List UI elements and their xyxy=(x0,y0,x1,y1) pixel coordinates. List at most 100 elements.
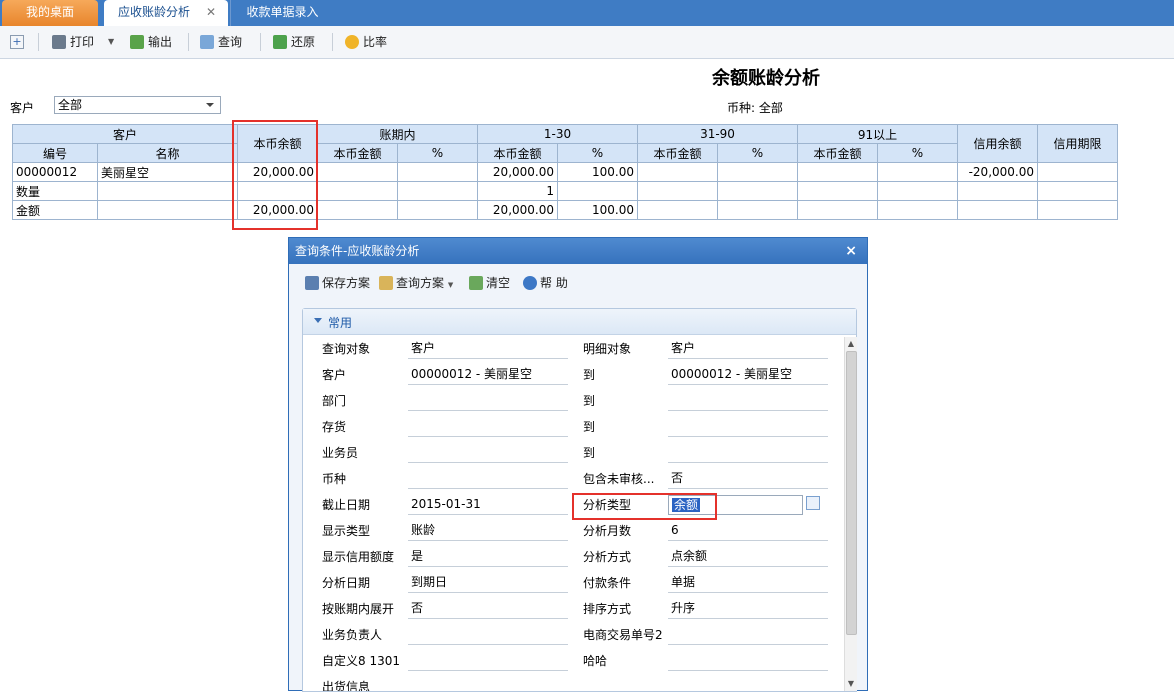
left-field-input[interactable] xyxy=(408,625,568,645)
table-cell[interactable]: 100.00 xyxy=(557,200,638,220)
right-field-input[interactable] xyxy=(668,625,828,645)
query-button[interactable]: 查询 xyxy=(200,34,242,50)
tab-receipt-entry[interactable]: 收款单据录入 xyxy=(230,0,334,26)
table-cell[interactable] xyxy=(1037,200,1118,220)
header-percent[interactable]: % xyxy=(877,143,958,163)
table-cell[interactable] xyxy=(1037,162,1118,182)
header-within-period[interactable]: 账期内 xyxy=(317,124,478,144)
header-local-amount[interactable]: 本币金额 xyxy=(797,143,878,163)
table-cell[interactable] xyxy=(637,162,718,182)
table-cell[interactable] xyxy=(877,200,958,220)
customer-select[interactable]: 全部 xyxy=(54,96,221,114)
header-credit-balance[interactable]: 信用余额 xyxy=(957,124,1038,163)
scroll-up-icon[interactable]: ▲ xyxy=(845,339,857,349)
table-cell[interactable] xyxy=(797,181,878,201)
export-button[interactable]: 输出 xyxy=(130,34,172,50)
save-plan-button[interactable]: 保存方案 xyxy=(305,275,370,291)
table-cell[interactable] xyxy=(97,200,238,220)
left-field-input[interactable] xyxy=(408,443,568,463)
table-cell[interactable] xyxy=(957,181,1038,201)
table-cell[interactable]: 20,000.00 xyxy=(477,162,558,182)
header-local-amount[interactable]: 本币金额 xyxy=(317,143,398,163)
right-field-input[interactable] xyxy=(668,651,828,671)
tab-receivable-aging[interactable]: 应收账龄分析 ✕ xyxy=(104,0,228,26)
header-local-amount[interactable]: 本币金额 xyxy=(637,143,718,163)
header-percent[interactable]: % xyxy=(557,143,638,163)
left-field-input[interactable]: 到期日 xyxy=(408,573,568,593)
table-cell[interactable] xyxy=(717,162,798,182)
table-row[interactable]: 金额 20,000.00 20,000.00 100.00 xyxy=(12,200,1118,220)
ratio-button[interactable]: 比率 xyxy=(345,34,387,50)
table-cell[interactable] xyxy=(797,162,878,182)
right-field-input[interactable]: 客户 xyxy=(668,339,828,359)
clear-button[interactable]: 清空 xyxy=(469,275,510,291)
left-field-input[interactable]: 2015-01-31 xyxy=(408,495,568,515)
left-field-input[interactable]: 是 xyxy=(408,547,568,567)
table-cell[interactable] xyxy=(877,162,958,182)
header-local-amount[interactable]: 本币金额 xyxy=(477,143,558,163)
left-field-input[interactable]: 客户 xyxy=(408,339,568,359)
table-cell[interactable] xyxy=(317,200,398,220)
scrollbar[interactable]: ▲ ▼ xyxy=(844,337,857,691)
left-field-input[interactable] xyxy=(408,469,568,489)
restore-button[interactable]: 还原 xyxy=(273,34,315,50)
table-cell[interactable] xyxy=(637,200,718,220)
header-91-plus[interactable]: 91以上 xyxy=(797,124,958,144)
left-field-input[interactable] xyxy=(408,651,568,671)
table-cell[interactable]: 00000012 xyxy=(12,162,98,182)
tab-my-desktop[interactable]: 我的桌面 xyxy=(2,0,98,26)
table-cell[interactable] xyxy=(397,200,478,220)
left-field-input[interactable] xyxy=(408,417,568,437)
calendar-icon[interactable] xyxy=(806,496,820,510)
right-field-input[interactable] xyxy=(668,417,828,437)
header-code[interactable]: 编号 xyxy=(12,143,98,163)
table-cell[interactable] xyxy=(717,181,798,201)
table-cell[interactable]: 金额 xyxy=(12,200,98,220)
table-cell[interactable] xyxy=(317,181,398,201)
close-icon[interactable]: × xyxy=(845,238,857,264)
right-field-input[interactable]: 点余额 xyxy=(668,547,828,567)
table-cell[interactable] xyxy=(397,162,478,182)
chevron-down-icon[interactable]: ▼ xyxy=(108,34,114,50)
right-field-input[interactable]: 单据 xyxy=(668,573,828,593)
left-field-input[interactable]: 否 xyxy=(408,599,568,619)
table-cell[interactable]: 100.00 xyxy=(557,162,638,182)
scroll-down-icon[interactable]: ▼ xyxy=(845,679,857,689)
table-cell[interactable] xyxy=(557,181,638,201)
scroll-thumb[interactable] xyxy=(846,351,857,635)
right-field-input[interactable]: 00000012 - 美丽星空 xyxy=(668,365,828,385)
left-field-input[interactable] xyxy=(408,391,568,411)
table-cell[interactable]: -20,000.00 xyxy=(957,162,1038,182)
table-cell[interactable] xyxy=(797,200,878,220)
table-cell[interactable]: 美丽星空 xyxy=(97,162,238,182)
header-31-90[interactable]: 31-90 xyxy=(637,124,798,144)
table-cell[interactable]: 数量 xyxy=(12,181,98,201)
header-percent[interactable]: % xyxy=(717,143,798,163)
table-row[interactable]: 数量 1 xyxy=(12,181,1118,201)
table-cell[interactable]: 20,000.00 xyxy=(477,200,558,220)
close-icon[interactable]: ✕ xyxy=(206,0,216,24)
header-1-30[interactable]: 1-30 xyxy=(477,124,638,144)
table-cell[interactable] xyxy=(877,181,958,201)
left-field-input[interactable] xyxy=(408,677,568,691)
table-cell[interactable] xyxy=(957,200,1038,220)
table-row[interactable]: 00000012 美丽星空 20,000.00 20,000.00 100.00 -20,… xyxy=(12,162,1118,182)
header-credit-period[interactable]: 信用期限 xyxy=(1037,124,1118,163)
table-cell[interactable] xyxy=(397,181,478,201)
table-cell[interactable] xyxy=(637,181,718,201)
right-field-input[interactable]: 升序 xyxy=(668,599,828,619)
help-button[interactable]: 帮 助 xyxy=(523,275,568,291)
query-plan-button[interactable]: 查询方案 ▼ xyxy=(379,275,453,293)
left-field-input[interactable]: 00000012 - 美丽星空 xyxy=(408,365,568,385)
right-field-input[interactable]: 否 xyxy=(668,469,828,489)
left-field-input[interactable]: 账龄 xyxy=(408,521,568,541)
print-button[interactable]: 打印 xyxy=(52,34,94,50)
header-percent[interactable]: % xyxy=(397,143,478,163)
table-cell[interactable] xyxy=(717,200,798,220)
right-field-input[interactable] xyxy=(668,391,828,411)
table-cell[interactable] xyxy=(97,181,238,201)
table-cell[interactable]: 1 xyxy=(477,181,558,201)
dialog-title-bar[interactable]: 查询条件-应收账龄分析 × xyxy=(289,238,867,264)
add-icon[interactable]: + xyxy=(10,33,24,49)
right-field-input[interactable] xyxy=(668,443,828,463)
